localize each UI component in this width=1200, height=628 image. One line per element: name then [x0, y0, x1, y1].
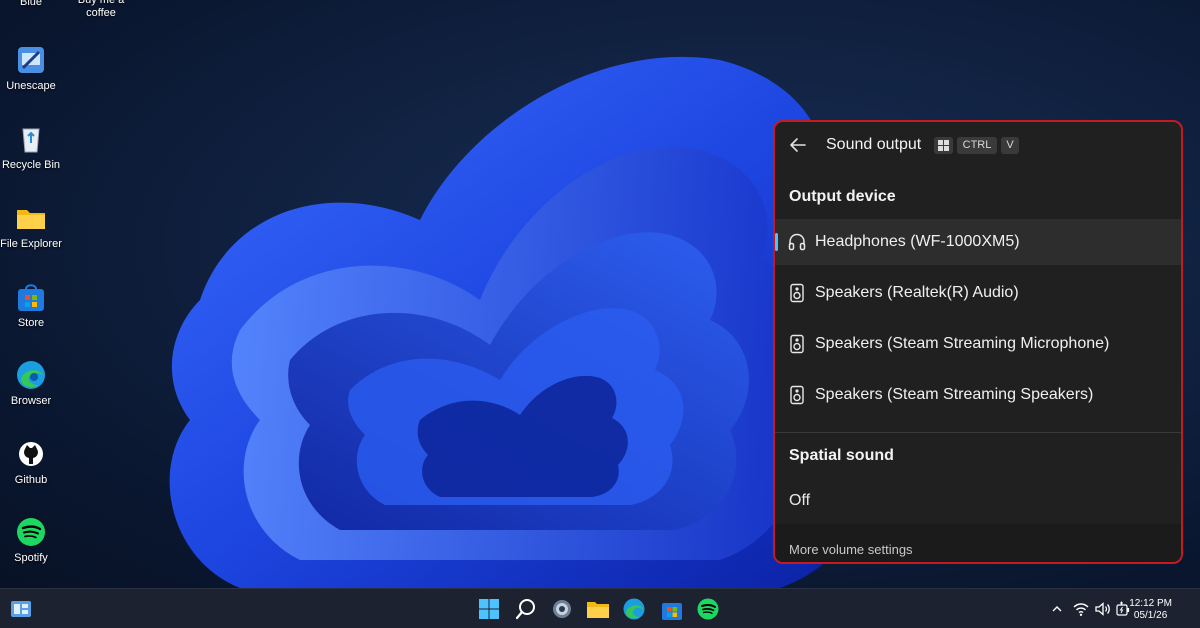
desktop-icon-file-explorer[interactable]: File Explorer	[0, 202, 62, 251]
device-item-steam-microphone[interactable]: Speakers (Steam Streaming Microphone)	[775, 321, 1181, 367]
speaker-icon	[787, 283, 807, 303]
shortcut-key-ctrl: CTRL	[957, 137, 997, 154]
file-explorer-icon[interactable]	[586, 597, 610, 621]
back-arrow-button[interactable]	[787, 134, 809, 156]
spatial-sound-value[interactable]: Off	[789, 492, 810, 510]
speaker-icon	[787, 334, 807, 354]
edge-icon[interactable]	[622, 597, 646, 621]
windows-key-icon	[934, 137, 953, 154]
device-item-headphones[interactable]: Headphones (WF-1000XM5)	[775, 219, 1181, 265]
settings-icon[interactable]	[550, 597, 574, 621]
clock-date: 05/1/26	[1133, 610, 1168, 621]
folder-icon	[15, 202, 47, 234]
output-device-heading: Output device	[789, 188, 896, 205]
edge-icon	[15, 359, 47, 391]
taskbar: 12:12 PM 05/1/26	[0, 588, 1200, 628]
spotify-icon[interactable]	[696, 597, 720, 621]
flyout-header: Sound output CTRL V	[775, 122, 1181, 170]
device-item-realtek[interactable]: Speakers (Realtek(R) Audio)	[775, 270, 1181, 316]
back-arrow-icon	[790, 138, 806, 152]
desktop-icon-label: Blue	[19, 0, 43, 8]
clock-time: 12:12 PM	[1129, 598, 1172, 609]
desktop-icon-recycle-bin[interactable]: Recycle Bin	[0, 123, 62, 172]
speaker-icon	[787, 385, 807, 405]
shortcut-key-v: V	[1001, 137, 1019, 154]
desktop-icon-label: Spotify	[14, 552, 48, 564]
device-label: Speakers (Steam Streaming Speakers)	[815, 386, 1094, 403]
chevron-up-icon[interactable]	[1050, 602, 1064, 616]
desktop-icon-label: Recycle Bin	[1, 159, 61, 171]
store-icon	[15, 281, 47, 313]
start-icon[interactable]	[477, 597, 501, 621]
more-volume-settings-link[interactable]: More volume settings	[789, 542, 913, 557]
store-icon[interactable]	[660, 597, 684, 621]
widgets-icon[interactable]	[9, 597, 33, 621]
selected-indicator	[775, 233, 778, 251]
volume-icon[interactable]	[1094, 600, 1112, 618]
desktop-icon-blue[interactable]: Blue	[0, 0, 62, 9]
desktop-icon-spotify[interactable]: Spotify	[0, 516, 62, 565]
flyout-title: Sound output	[826, 136, 922, 153]
wifi-icon[interactable]	[1072, 600, 1090, 618]
device-label: Speakers (Steam Streaming Microphone)	[815, 335, 1110, 352]
spatial-sound-heading: Spatial sound	[789, 447, 894, 464]
desktop-icon-label: Github	[14, 474, 48, 486]
desktop-icon-label: Browser	[10, 395, 52, 407]
desktop-icon-label: File Explorer	[0, 238, 62, 250]
unescape-app-icon	[15, 44, 47, 76]
desktop-icon-github[interactable]: Github	[0, 438, 62, 487]
desktop-icon-unescape[interactable]: Unescape	[0, 44, 62, 93]
spotify-icon	[15, 516, 47, 548]
device-label: Speakers (Realtek(R) Audio)	[815, 284, 1019, 301]
recycle-bin-icon	[15, 123, 47, 155]
desktop-icon-browser[interactable]: Browser	[0, 359, 62, 408]
github-icon	[15, 438, 47, 470]
device-item-steam-speakers[interactable]: Speakers (Steam Streaming Speakers)	[775, 372, 1181, 418]
sound-output-flyout: Sound output CTRL V Output device Headph…	[773, 120, 1183, 564]
desktop-icon-label: Buy me a coffee	[77, 0, 125, 19]
headphones-icon	[787, 232, 807, 252]
desktop-icon-store[interactable]: Store	[0, 281, 62, 330]
device-label: Headphones (WF-1000XM5)	[815, 233, 1020, 250]
search-icon[interactable]	[514, 597, 538, 621]
desktop-icon-buy-me-a-coffee[interactable]: Buy me a coffee	[70, 0, 132, 20]
desktop-icon-label: Unescape	[6, 80, 56, 92]
desktop-icon-label: Store	[17, 317, 45, 329]
flyout-footer: More volume settings	[775, 524, 1181, 562]
section-divider	[775, 432, 1181, 433]
taskbar-clock[interactable]: 12:12 PM 05/1/26	[1129, 598, 1172, 622]
